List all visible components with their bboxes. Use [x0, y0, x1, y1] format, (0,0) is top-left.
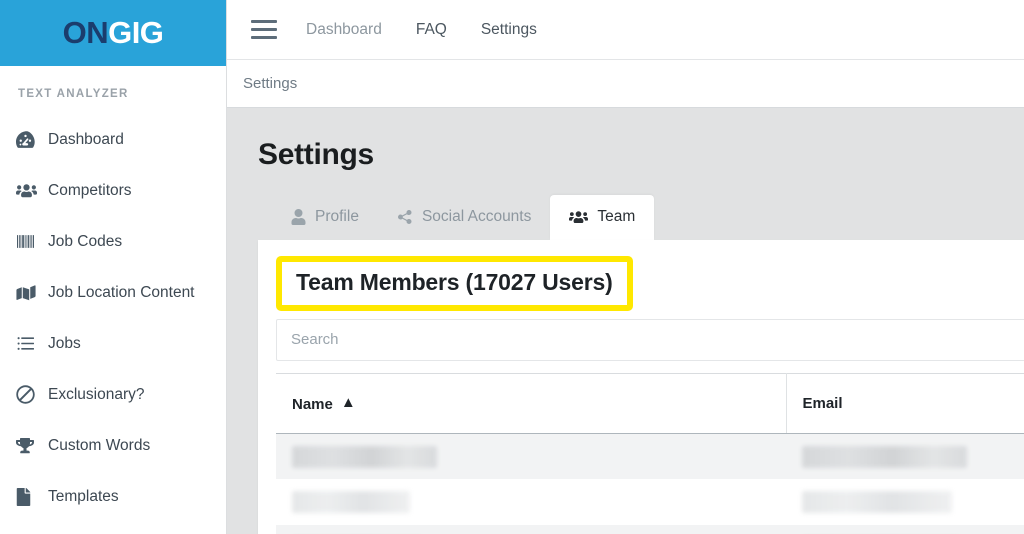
cell-email	[786, 525, 1024, 534]
column-header-email-label: Email	[802, 394, 843, 412]
map-icon	[16, 283, 42, 303]
main-column: Dashboard FAQ Settings Settings Settings…	[227, 0, 1024, 534]
team-panel: Team Members (17027 Users) Name ▲	[258, 239, 1024, 534]
sidebar-item-label: Jobs	[48, 334, 81, 352]
sidebar-nav: Dashboard Competitors Job Codes Job Loca…	[0, 114, 226, 522]
redacted-email	[802, 445, 967, 468]
sidebar-item-label: Templates	[48, 487, 119, 505]
tab-label: Profile	[315, 208, 359, 226]
column-header-email[interactable]: Email	[786, 372, 1024, 434]
sort-asc-icon[interactable]: ▲	[341, 394, 356, 411]
sidebar-item-label: Job Location Content	[48, 283, 195, 301]
sidebar-item-job-codes[interactable]: Job Codes	[0, 216, 226, 267]
ban-icon	[16, 385, 42, 405]
cell-name	[276, 525, 786, 534]
topnav-link-dashboard[interactable]: Dashboard	[306, 21, 382, 39]
top-navigation-bar: Dashboard FAQ Settings	[227, 0, 1024, 61]
sidebar-item-label: Exclusionary?	[48, 385, 145, 403]
sidebar-item-custom-words[interactable]: Custom Words	[0, 420, 226, 471]
trophy-icon	[16, 436, 42, 456]
redacted-name	[292, 491, 410, 514]
hamburger-bar	[251, 28, 277, 32]
sidebar-item-jobs[interactable]: Jobs	[0, 318, 226, 369]
hamburger-icon[interactable]	[251, 20, 277, 40]
sidebar-item-exclusionary[interactable]: Exclusionary?	[0, 369, 226, 420]
logo-text-on: ON	[62, 15, 109, 50]
users-group-icon	[16, 181, 42, 201]
search-row	[258, 311, 1024, 361]
tab-team[interactable]: Team	[550, 194, 655, 240]
topnav-link-settings[interactable]: Settings	[481, 21, 537, 39]
team-members-highlight-box: Team Members (17027 Users)	[276, 255, 633, 311]
table-header-row: Name ▲ Email	[276, 372, 1024, 434]
sidebar-item-templates[interactable]: Templates	[0, 471, 226, 522]
page-title: Settings	[258, 137, 374, 171]
cell-email	[786, 479, 1024, 526]
table-row[interactable]	[276, 479, 1024, 526]
logo-text-gig: GIG	[108, 15, 164, 50]
breadcrumb: Settings	[227, 60, 1024, 108]
tab-label: Social Accounts	[421, 208, 532, 226]
brand-logo[interactable]: ONGIG	[0, 0, 226, 66]
cell-email	[786, 433, 1024, 480]
app-root: ONGIG TEXT ANALYZER Dashboard Competitor…	[0, 0, 1024, 534]
cell-name	[276, 479, 786, 526]
settings-tabs: Profile Social Accounts Team	[258, 194, 1024, 240]
person-icon	[291, 209, 306, 226]
column-header-name-label: Name	[292, 395, 333, 413]
share-icon	[397, 209, 413, 225]
tab-social-accounts[interactable]: Social Accounts	[378, 195, 550, 240]
sidebar-item-label: Job Codes	[48, 232, 123, 250]
team-panel-header: Team Members (17027 Users)	[258, 240, 1024, 311]
cell-name	[276, 433, 786, 480]
tab-label: Team	[597, 208, 636, 226]
redacted-name	[292, 445, 437, 468]
sidebar-item-job-location-content[interactable]: Job Location Content	[0, 267, 226, 318]
sidebar: ONGIG TEXT ANALYZER Dashboard Competitor…	[0, 0, 227, 534]
logo-text: ONGIG	[63, 15, 164, 51]
topnav-link-faq[interactable]: FAQ	[416, 21, 447, 39]
search-input[interactable]	[276, 318, 1024, 361]
members-table-wrap: Name ▲ Email	[258, 361, 1024, 534]
breadcrumb-current: Settings	[243, 75, 298, 93]
members-table-body	[276, 433, 1024, 534]
column-header-name[interactable]: Name ▲	[276, 372, 787, 434]
hamburger-bar	[251, 36, 277, 40]
members-table: Name ▲ Email	[276, 372, 1024, 534]
tab-profile[interactable]: Profile	[272, 195, 378, 240]
members-table-head: Name ▲ Email	[276, 372, 1024, 434]
redacted-email	[802, 491, 952, 514]
sidebar-item-competitors[interactable]: Competitors	[0, 165, 226, 216]
sidebar-item-label: Dashboard	[48, 130, 124, 148]
table-row[interactable]	[276, 433, 1024, 480]
table-row[interactable]	[276, 525, 1024, 534]
sidebar-item-label: Competitors	[48, 181, 132, 199]
tachometer-icon	[16, 130, 42, 150]
file-icon	[16, 487, 42, 507]
sidebar-section-label: TEXT ANALYZER	[18, 88, 129, 100]
sidebar-item-dashboard[interactable]: Dashboard	[0, 114, 226, 165]
team-members-heading: Team Members (17027 Users)	[296, 268, 613, 295]
hamburger-bar	[251, 20, 277, 24]
content-area: Settings Profile Social Accounts Team Te…	[227, 107, 1024, 534]
sidebar-item-label: Custom Words	[48, 436, 151, 454]
list-icon	[16, 334, 42, 354]
barcode-icon	[16, 232, 42, 252]
users-group-icon	[569, 209, 589, 225]
